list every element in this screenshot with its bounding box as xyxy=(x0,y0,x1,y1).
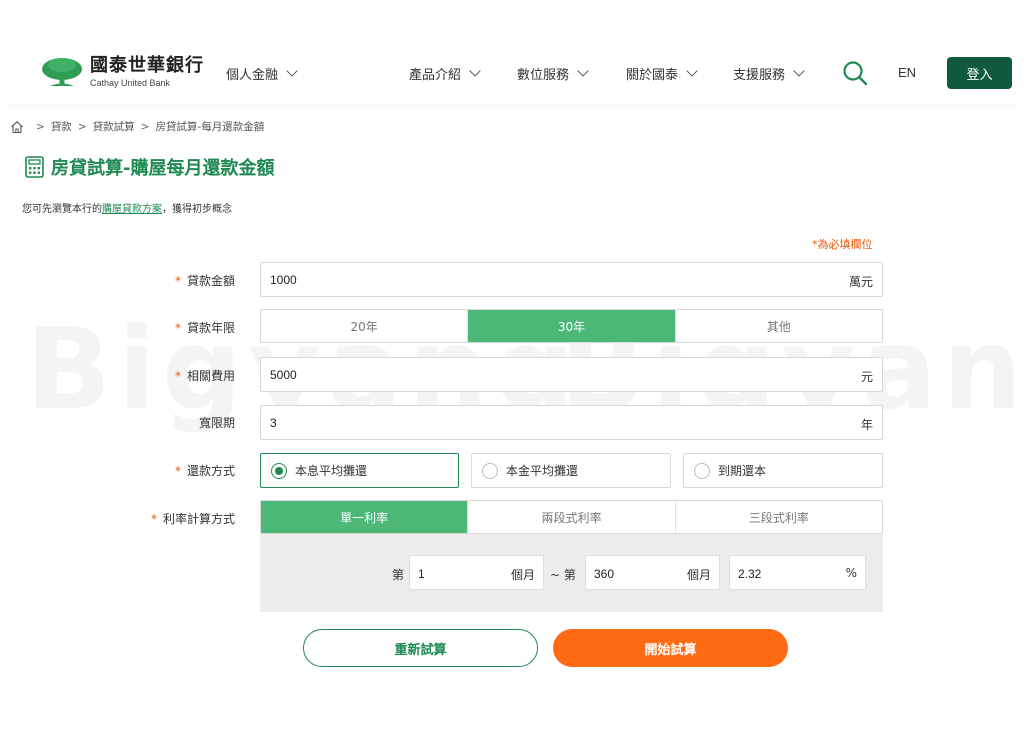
loan-term-option-30[interactable]: 30年 xyxy=(468,310,676,342)
repayment-option-bullet[interactable]: 到期還本 xyxy=(683,453,883,488)
repayment-method-label: * 還款方式 xyxy=(174,464,235,478)
grace-period-unit: 年 xyxy=(860,418,873,432)
page-title-row: 房貸試算-購屋每月還款金額 xyxy=(25,154,274,180)
rate-panel: 第 1 個月 ~ 第 360 個月 2.32 % xyxy=(260,534,883,612)
site-header: 國泰世華銀行 Cathay United Bank 個人金融 產品介紹 數位服務… xyxy=(0,40,1024,104)
fees-label-text: 相關費用 xyxy=(186,369,235,383)
rate-from-month-input[interactable]: 1 個月 xyxy=(409,555,544,590)
fees-unit: 元 xyxy=(860,370,873,384)
rate-mode-single[interactable]: 單一利率 xyxy=(261,501,469,533)
nav-about[interactable]: 關於國泰 xyxy=(626,64,698,83)
bank-logo[interactable]: 國泰世華銀行 Cathay United Bank xyxy=(40,54,204,90)
repayment-option-equal-installment[interactable]: 本息平均攤還 xyxy=(260,453,459,488)
page: 國泰世華銀行 Cathay United Bank 個人金融 產品介紹 數位服務… xyxy=(0,0,1024,730)
reset-button[interactable]: 重新試算 xyxy=(303,629,538,667)
rate-mode-selector: 單一利率 兩段式利率 三段式利率 xyxy=(260,500,883,534)
grace-period-input[interactable]: 3 年 xyxy=(260,405,883,440)
breadcrumb: > 貸款 > 貸款試算 > 房貸試算-每月還款金額 xyxy=(10,119,264,134)
loan-amount-unit: 萬元 xyxy=(848,275,873,289)
mortgage-plan-link[interactable]: 購屋貸款方案 xyxy=(102,204,162,215)
chevron-down-icon xyxy=(577,64,589,77)
loan-term-option-other[interactable]: 其他 xyxy=(676,310,882,342)
rate-mode-label-text: 利率計算方式 xyxy=(162,512,235,526)
nav-products-label: 產品介紹 xyxy=(409,67,462,83)
loan-term-label-text: 貸款年限 xyxy=(186,321,235,335)
breadcrumb-loans[interactable]: 貸款 xyxy=(51,119,72,134)
repayment-option-label: 到期還本 xyxy=(718,464,767,478)
loan-amount-input[interactable]: 1000 萬元 xyxy=(260,262,883,297)
grace-period-label: 寬限期 xyxy=(198,416,235,430)
login-button[interactable]: 登入 xyxy=(947,57,1012,89)
interest-rate-unit: % xyxy=(845,566,857,580)
search-icon[interactable] xyxy=(842,60,868,86)
calculator-icon xyxy=(25,156,44,178)
language-switch[interactable]: EN xyxy=(898,65,916,80)
interest-rate-input[interactable]: 2.32 % xyxy=(729,555,866,590)
intro-after: ，獲得初步概念 xyxy=(162,204,232,215)
nav-digital-services-label: 數位服務 xyxy=(517,67,570,83)
breadcrumb-separator: > xyxy=(140,120,150,133)
chevron-down-icon xyxy=(686,64,698,77)
breadcrumb-current: 房貸試算-每月還款金額 xyxy=(155,121,265,133)
nav-support-label: 支援服務 xyxy=(733,67,786,83)
repayment-option-label: 本金平均攤還 xyxy=(506,464,579,478)
nav-digital-services[interactable]: 數位服務 xyxy=(517,64,589,83)
nav-about-label: 關於國泰 xyxy=(626,67,679,83)
logo-english-name: Cathay United Bank xyxy=(90,77,171,88)
loan-term-selector: 20年 30年 其他 xyxy=(260,309,883,343)
interest-rate-value: 2.32 xyxy=(738,567,762,581)
rate-mode-two-stage[interactable]: 兩段式利率 xyxy=(468,501,676,533)
rate-from-month-value: 1 xyxy=(418,567,425,581)
rate-from-month-unit: 個月 xyxy=(510,568,535,582)
loan-amount-value: 1000 xyxy=(270,273,297,287)
nav-support[interactable]: 支援服務 xyxy=(733,64,805,83)
nav-products[interactable]: 產品介紹 xyxy=(409,64,481,83)
rate-to-month-input[interactable]: 360 個月 xyxy=(585,555,720,590)
home-icon[interactable] xyxy=(10,120,24,134)
chevron-down-icon xyxy=(286,64,298,77)
rate-to-month-value: 360 xyxy=(594,567,615,581)
rate-from-prefix: 第 xyxy=(392,568,405,582)
breadcrumb-separator: > xyxy=(77,120,87,133)
calculate-button[interactable]: 開始試算 xyxy=(553,629,788,667)
rate-mode-label: * 利率計算方式 xyxy=(150,512,235,526)
breadcrumb-loan-calculator[interactable]: 貸款試算 xyxy=(93,119,135,134)
fees-value: 5000 xyxy=(270,368,297,382)
chevron-down-icon xyxy=(469,64,481,77)
radio-unselected-icon xyxy=(482,462,498,479)
loan-amount-label: * 貸款金額 xyxy=(174,274,235,288)
fees-input[interactable]: 5000 元 xyxy=(260,357,883,392)
repayment-method-label-text: 還款方式 xyxy=(186,464,235,478)
rate-range-separator: ~ 第 xyxy=(550,568,576,582)
breadcrumb-separator: > xyxy=(36,120,45,133)
repayment-option-label: 本息平均攤還 xyxy=(295,464,368,478)
repayment-option-equal-principal[interactable]: 本金平均攤還 xyxy=(471,453,671,488)
rate-to-month-unit: 個月 xyxy=(686,568,711,582)
radio-selected-icon xyxy=(271,462,287,479)
intro-before: 您可先瀏覽本行的 xyxy=(22,204,102,215)
nav-personal-banking[interactable]: 個人金融 xyxy=(226,64,298,83)
loan-term-option-20[interactable]: 20年 xyxy=(261,310,469,342)
loan-amount-label-text: 貸款金額 xyxy=(186,274,235,288)
rate-mode-three-stage[interactable]: 三段式利率 xyxy=(676,501,882,533)
grace-period-value: 3 xyxy=(270,416,277,430)
required-fields-note: *為必填欄位 xyxy=(812,238,873,251)
tree-logo-icon xyxy=(42,58,82,86)
radio-unselected-icon xyxy=(694,462,710,479)
loan-term-label: * 貸款年限 xyxy=(174,321,235,335)
fees-label: * 相關費用 xyxy=(174,369,235,383)
nav-personal-banking-label: 個人金融 xyxy=(226,67,279,83)
logo-chinese-name: 國泰世華銀行 xyxy=(90,54,204,76)
page-title: 房貸試算-購屋每月還款金額 xyxy=(51,158,275,179)
intro-text: 您可先瀏覽本行的購屋貸款方案，獲得初步概念 xyxy=(22,200,232,215)
chevron-down-icon xyxy=(793,64,805,77)
